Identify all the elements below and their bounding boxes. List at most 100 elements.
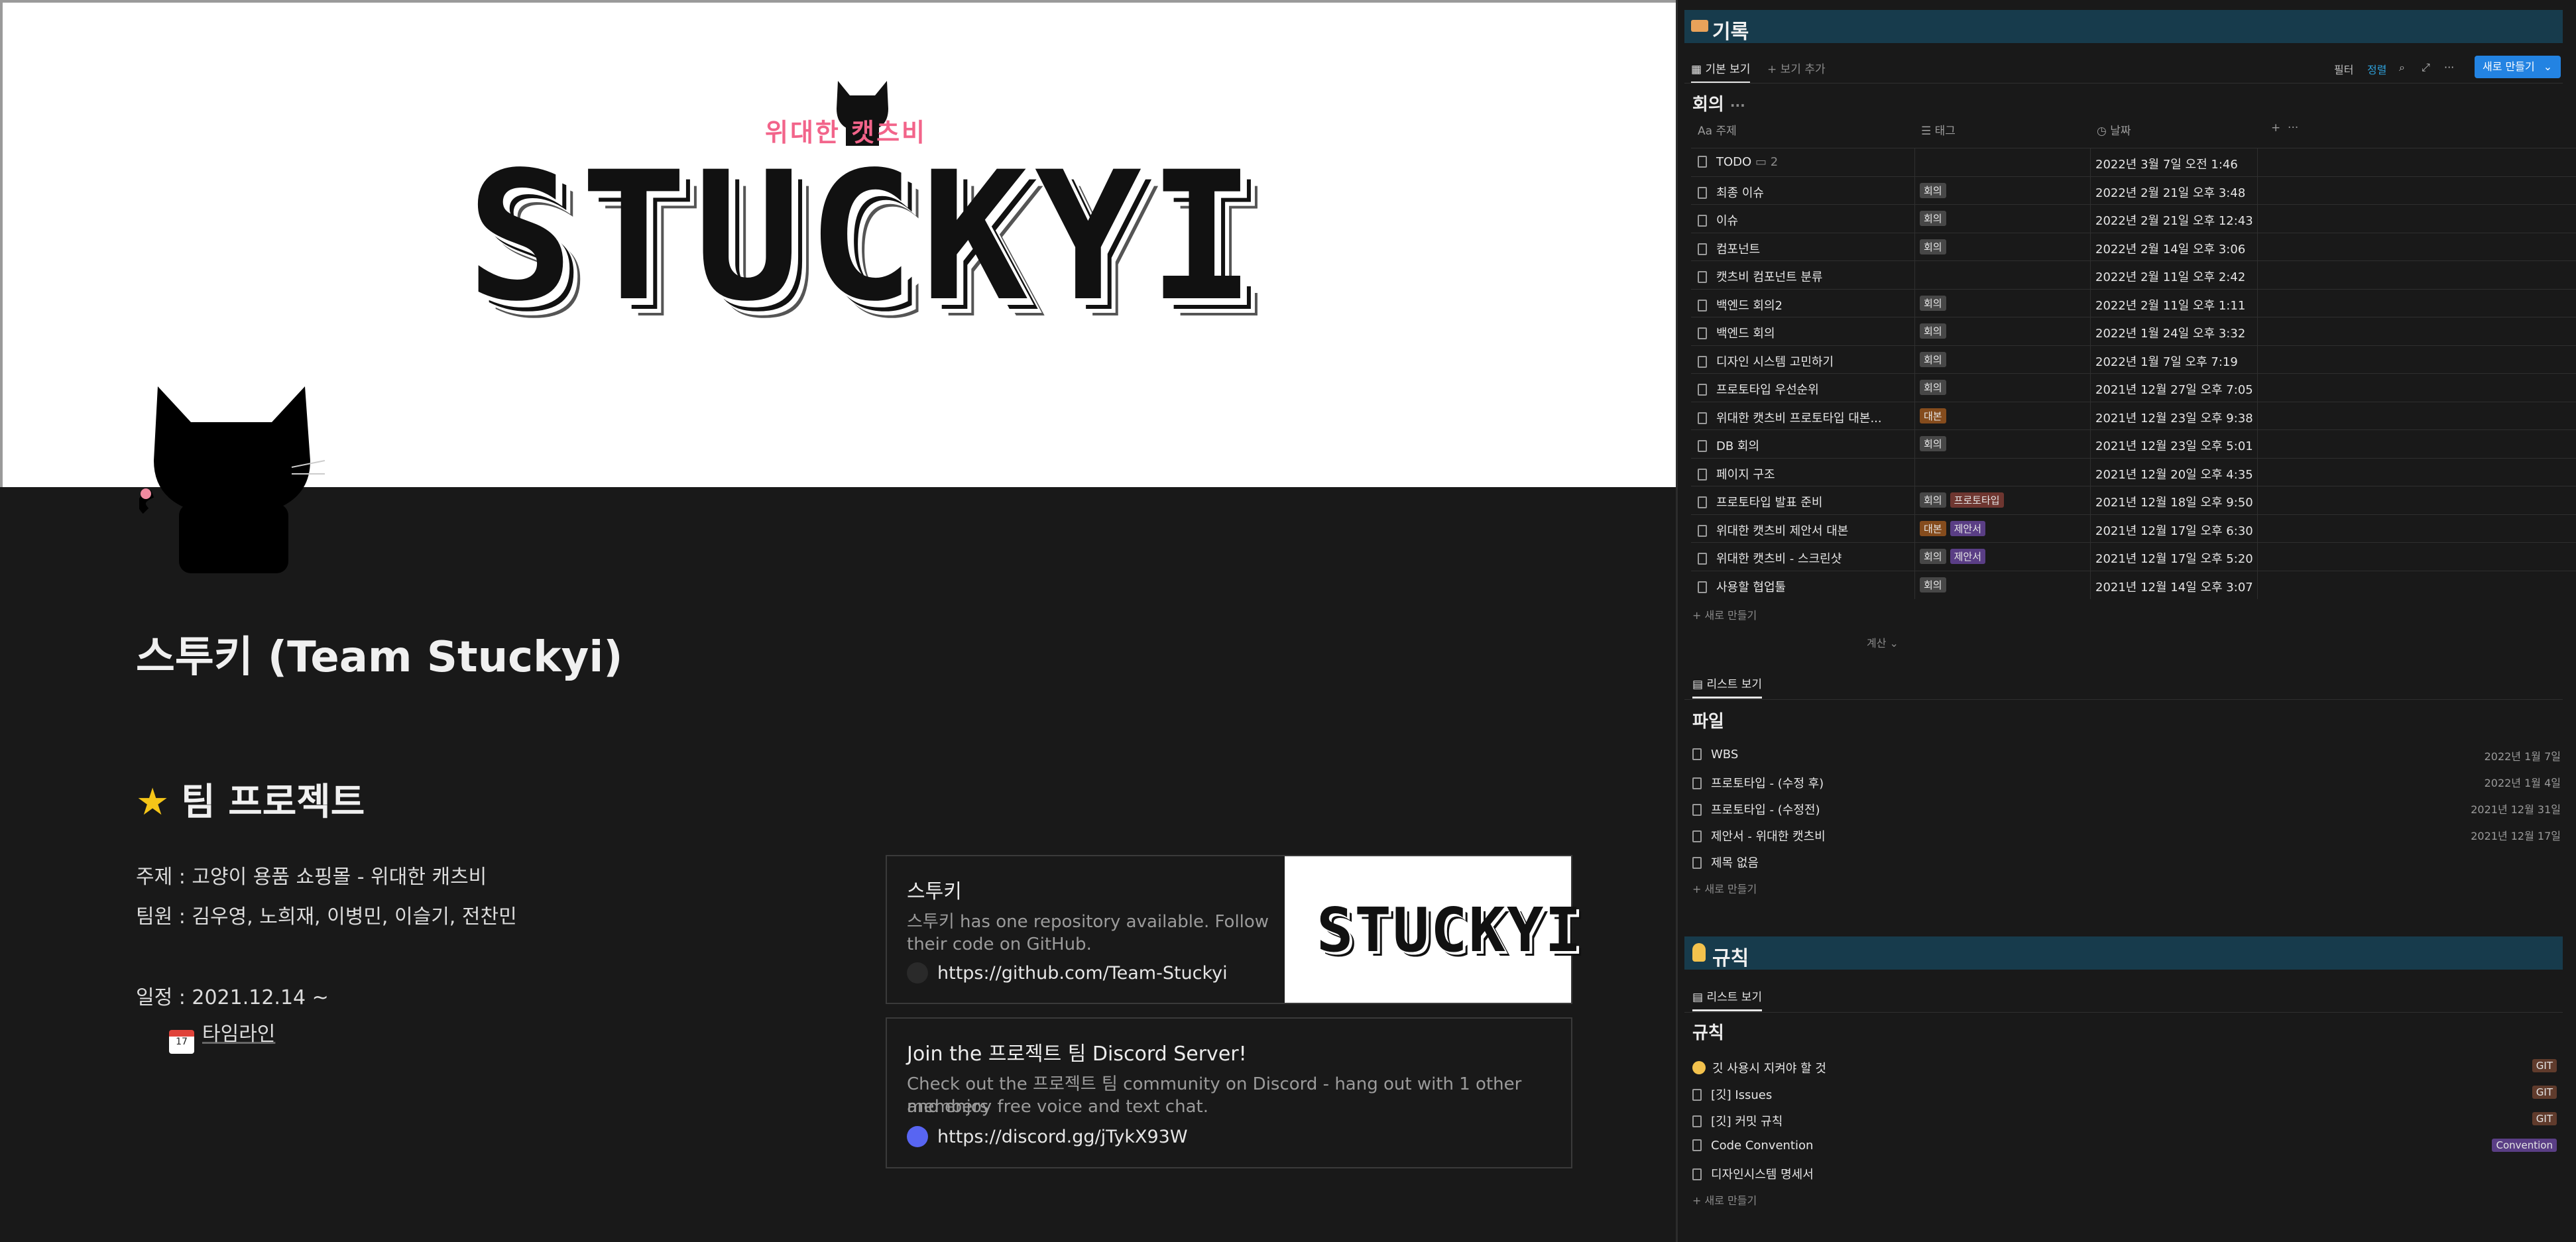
row-title[interactable]: DB 회의 <box>1698 437 1759 454</box>
row-title[interactable]: 백엔드 회의2 <box>1698 296 1783 313</box>
row-tags[interactable]: 회의 <box>1920 295 1950 311</box>
table-row[interactable]: 위대한 캣츠비 - 스크린샷 회의 제안서 2021년 12월 17일 오후 5:20 <box>1691 542 2576 571</box>
calendar-icon: 17 <box>169 1030 194 1054</box>
row-title[interactable]: 컴포넌트 <box>1698 240 1760 257</box>
row-title[interactable]: 프로토타입 우선순위 <box>1698 380 1819 398</box>
row-title[interactable]: 위대한 캣츠비 - 스크린샷 <box>1698 549 1842 567</box>
row-date[interactable]: 2021년 12월 27일 오후 7:05 <box>2095 380 2253 398</box>
table-row[interactable]: DB 회의 회의 2021년 12월 23일 오후 5:01 <box>1691 429 2576 458</box>
tab-default-view[interactable]: ▦ 기본 보기 <box>1691 60 1751 84</box>
sort-button[interactable]: 정렬 <box>2367 61 2386 77</box>
new-row-button[interactable]: + 새로 만들기 <box>1692 606 1757 622</box>
row-tags[interactable]: 회의 <box>1920 380 1950 395</box>
col-date[interactable]: ◷ 날짜 <box>2097 121 2131 138</box>
table-row[interactable]: 페이지 구조 2021년 12월 20일 오후 4:35 <box>1691 457 2576 486</box>
calc-button[interactable]: 계산 ⌄ <box>1867 634 1899 650</box>
more-icon[interactable]: ··· <box>2444 61 2454 74</box>
filter-button[interactable]: 필터 <box>2334 61 2353 77</box>
list-item[interactable]: 제안서 - 위대한 캣츠비 2021년 12월 17일 <box>1692 822 2561 848</box>
table-row[interactable]: 프로토타입 발표 준비 회의 프로토타입 2021년 12월 18일 오후 9:50 <box>1691 486 2576 514</box>
list-item[interactable]: 프로토타입 - (수정전) 2021년 12월 31일 <box>1692 795 2561 822</box>
page-icon <box>1698 384 1707 396</box>
col-tags[interactable]: ☰ 태그 <box>1921 121 1956 138</box>
table-row[interactable]: 컴포넌트 회의 2022년 2월 14일 오후 3:06 <box>1691 232 2576 261</box>
table-row[interactable]: 캣츠비 컴포넌트 분류 2022년 2월 11일 오후 2:42 <box>1691 260 2576 289</box>
discord-bookmark[interactable]: Join the 프로젝트 팀 Discord Server! Check ou… <box>886 1017 1572 1168</box>
row-title[interactable]: 백엔드 회의 <box>1698 324 1775 341</box>
list-item[interactable]: 디자인시스템 명세서 <box>1692 1160 2561 1186</box>
row-date[interactable]: 2021년 12월 18일 오후 9:50 <box>2095 493 2253 510</box>
row-date[interactable]: 2022년 2월 21일 오후 12:43 <box>2095 211 2253 229</box>
row-title[interactable]: 사용할 협업툴 <box>1698 578 1786 595</box>
row-date[interactable]: 2022년 1월 24일 오후 3:32 <box>2095 324 2245 341</box>
row-date[interactable]: 2021년 12월 23일 오후 9:38 <box>2095 409 2253 426</box>
table-row[interactable]: 디자인 시스템 고민하기 회의 2022년 1월 7일 오후 7:19 <box>1691 345 2576 374</box>
row-tags[interactable]: 회의 <box>1920 351 1950 367</box>
list-item[interactable]: [깃] 커밋 규칙 GIT <box>1692 1107 2561 1133</box>
list-item[interactable]: 프로토타입 - (수정 후) 2022년 1월 4일 <box>1692 769 2561 795</box>
table-row[interactable]: 사용할 협업툴 회의 2021년 12월 14일 오후 3:07 <box>1691 570 2576 599</box>
row-date[interactable]: 2022년 2월 11일 오후 1:11 <box>2095 296 2245 313</box>
row-date[interactable]: 2022년 2월 14일 오후 3:06 <box>2095 240 2245 257</box>
tag-badge: 회의 <box>1920 380 1946 395</box>
row-tags[interactable]: 회의 <box>1920 436 1950 451</box>
row-tags[interactable]: 회의 <box>1920 239 1950 254</box>
row-tags[interactable]: 대본 <box>1920 408 1950 423</box>
row-date[interactable]: 2022년 1월 7일 오후 7:19 <box>2095 353 2238 370</box>
table-row[interactable]: 프로토타입 우선순위 회의 2021년 12월 27일 오후 7:05 <box>1691 373 2576 402</box>
row-tags[interactable]: 회의 <box>1920 323 1950 339</box>
expand-icon[interactable]: ⤢ <box>2422 61 2430 74</box>
row-date[interactable]: 2022년 2월 21일 오후 3:48 <box>2095 184 2245 201</box>
list-item[interactable]: 깃 사용시 지켜야 할 것 GIT <box>1692 1054 2561 1080</box>
row-title[interactable]: 위대한 캣츠비 프로토타입 대본... <box>1698 409 1882 426</box>
row-tags[interactable]: 회의 프로토타입 <box>1920 492 2008 508</box>
row-title[interactable]: 위대한 캣츠비 제안서 대본 <box>1698 522 1848 539</box>
add-column-icon[interactable]: + ··· <box>2271 121 2298 135</box>
row-title[interactable]: 캣츠비 컴포넌트 분류 <box>1698 268 1822 285</box>
col-subject[interactable]: Aa 주제 <box>1698 121 1737 138</box>
table-row[interactable]: 이슈 회의 2022년 2월 21일 오후 12:43 <box>1691 204 2576 233</box>
table-row[interactable]: 위대한 캣츠비 제안서 대본 대본 제안서 2021년 12월 17일 오후 6:30 <box>1691 514 2576 543</box>
row-title[interactable]: 디자인 시스템 고민하기 <box>1698 353 1834 370</box>
row-date[interactable]: 2021년 12월 17일 오후 6:30 <box>2095 522 2253 539</box>
table-row[interactable]: 위대한 캣츠비 프로토타입 대본... 대본 2021년 12월 23일 오후 9:… <box>1691 401 2576 430</box>
list-item-text: [깃] 커밋 규칙 <box>1711 1115 1783 1129</box>
row-date[interactable]: 2021년 12월 14일 오후 3:07 <box>2095 578 2253 595</box>
list-item[interactable]: [깃] Issues GIT <box>1692 1080 2561 1107</box>
new-row-button[interactable]: + 새로 만들기 <box>1692 1192 1757 1208</box>
row-date[interactable]: 2021년 12월 23일 오후 5:01 <box>2095 437 2253 454</box>
row-date[interactable]: 2022년 2월 11일 오후 2:42 <box>2095 268 2245 285</box>
list-item[interactable]: Code Convention Convention <box>1692 1133 2561 1160</box>
table-row[interactable]: TODO ▭ 2 2022년 3월 7일 오전 1:46 <box>1691 148 2576 176</box>
tag-badge: 제안서 <box>1950 520 1986 536</box>
tab-add-view[interactable]: + 보기 추가 <box>1767 60 1826 76</box>
row-title[interactable]: 최종 이슈 <box>1698 184 1764 201</box>
tag-badge: 회의 <box>1920 239 1946 254</box>
new-row-button[interactable]: + 새로 만들기 <box>1692 880 1757 896</box>
list-item[interactable]: WBS 2022년 1월 7일 <box>1692 742 2561 769</box>
table-row[interactable]: 백엔드 회의 회의 2022년 1월 24일 오후 3:32 <box>1691 317 2576 345</box>
row-date[interactable]: 2022년 3월 7일 오전 1:46 <box>2095 155 2238 172</box>
new-button[interactable]: 새로 만들기 ⌄ <box>2475 56 2561 78</box>
row-tags[interactable]: 회의 <box>1920 577 1950 593</box>
list-item[interactable]: 제목 없음 <box>1692 848 2561 875</box>
row-tags[interactable]: 회의 <box>1920 182 1950 198</box>
table-row[interactable]: 최종 이슈 회의 2022년 2월 21일 오후 3:48 <box>1691 176 2576 205</box>
timeline-link[interactable]: 17 타임라인 <box>169 1017 275 1054</box>
row-title[interactable]: TODO ▭ 2 <box>1698 155 1778 169</box>
row-date[interactable]: 2021년 12월 17일 오후 5:20 <box>2095 549 2253 567</box>
row-title[interactable]: 이슈 <box>1698 211 1738 229</box>
more-icon[interactable]: ··· <box>1730 97 1745 113</box>
tab-list-view-rules[interactable]: ▤ 리스트 보기 <box>1692 988 1763 1011</box>
row-title[interactable]: 프로토타입 발표 준비 <box>1698 493 1822 510</box>
row-tags[interactable]: 대본 제안서 <box>1920 520 1989 536</box>
table-row[interactable]: 백엔드 회의2 회의 2022년 2월 11일 오후 1:11 <box>1691 288 2576 317</box>
search-icon[interactable]: ⌕ <box>2399 61 2405 74</box>
row-tags[interactable]: 회의 제안서 <box>1920 549 1989 564</box>
tab-list-view-files[interactable]: ▤ 리스트 보기 <box>1692 675 1763 699</box>
row-title[interactable]: 페이지 구조 <box>1698 465 1775 482</box>
row-tags[interactable]: 회의 <box>1920 211 1950 226</box>
tag-badge: 회의 <box>1920 492 1946 508</box>
github-bookmark[interactable]: 스투키 스투키 has one repository available. Fo… <box>886 855 1582 1004</box>
row-date[interactable]: 2021년 12월 20일 오후 4:35 <box>2095 465 2253 482</box>
